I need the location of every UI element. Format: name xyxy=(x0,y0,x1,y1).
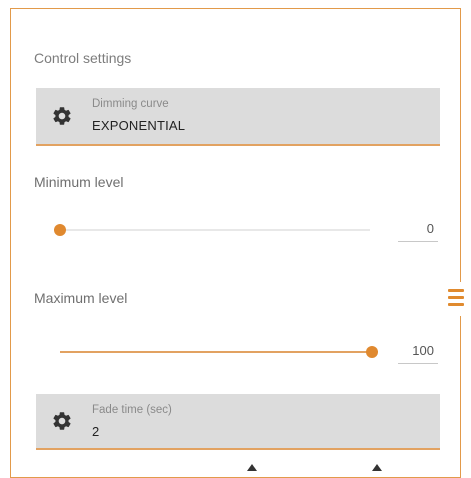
hamburger-menu-icon[interactable] xyxy=(440,282,471,316)
fade-time-setting[interactable]: Fade time (sec) 2 xyxy=(36,394,440,450)
minimum-level-label: Minimum level xyxy=(34,174,124,190)
dimming-curve-value: EXPONENTIAL xyxy=(92,118,186,133)
minimum-level-input[interactable]: 0 xyxy=(398,218,438,242)
gear-icon xyxy=(53,412,71,430)
maximum-level-slider-fill xyxy=(60,351,372,353)
fade-time-value: 2 xyxy=(92,424,100,439)
dimming-curve-setting[interactable]: Dimming curve EXPONENTIAL xyxy=(36,88,440,146)
maximum-level-input[interactable]: 100 xyxy=(398,340,438,364)
minimum-level-slider[interactable] xyxy=(54,224,370,236)
maximum-level-slider[interactable] xyxy=(60,346,378,358)
fade-time-label: Fade time (sec) xyxy=(92,404,172,416)
maximum-level-label: Maximum level xyxy=(34,290,128,306)
dimming-curve-label: Dimming curve xyxy=(92,98,169,110)
arrow-up-icon[interactable] xyxy=(247,464,257,471)
minimum-level-slider-thumb[interactable] xyxy=(54,224,66,236)
maximum-level-slider-thumb[interactable] xyxy=(366,346,378,358)
gear-icon xyxy=(53,107,71,125)
arrow-up-icon[interactable] xyxy=(372,464,382,471)
section-title: Control settings xyxy=(34,50,132,66)
